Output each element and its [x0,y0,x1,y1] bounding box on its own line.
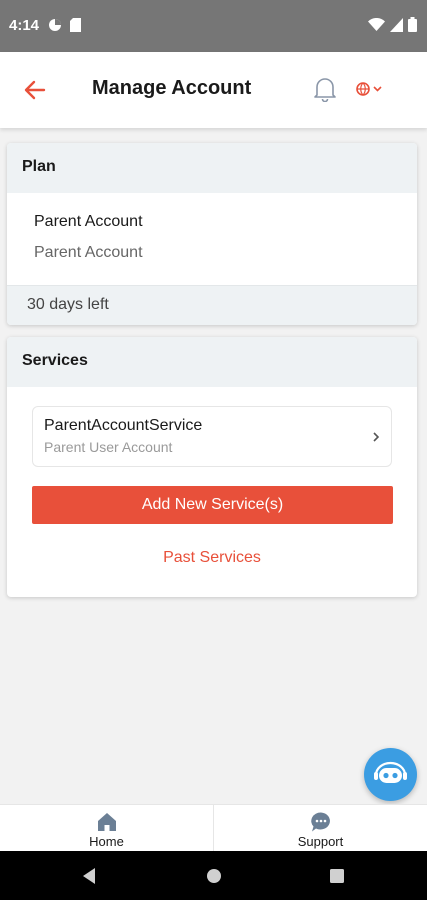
status-notification-icons [48,18,81,32]
battery-icon [408,17,417,32]
back-arrow-icon [24,80,46,100]
services-card: Services ParentAccountService Parent Use… [7,337,417,597]
system-home-icon[interactable] [206,867,222,885]
sd-card-icon [70,18,81,32]
system-back-icon[interactable] [81,867,97,885]
signal-icon [390,17,403,32]
status-system-icons [368,17,417,32]
nav-item-home[interactable]: Home [0,805,213,851]
globe-icon [356,82,370,96]
past-services-link[interactable]: Past Services [7,549,417,567]
plan-name: Parent Account [34,213,143,230]
page-title: Manage Account [92,77,252,99]
services-section-title: Services [7,337,417,387]
system-recents-icon[interactable] [329,867,345,885]
service-list-item[interactable]: ParentAccountService Parent User Account [32,406,392,467]
nav-label-home: Home [89,834,124,849]
add-new-service-button[interactable]: Add New Service(s) [32,486,393,524]
nav-label-support: Support [297,834,344,849]
chatbot-icon [374,761,407,783]
plan-details: Parent Account Parent Account [7,193,417,285]
data-saver-icon [49,19,61,31]
nav-item-support[interactable]: Support [213,805,427,851]
back-button[interactable] [22,77,48,103]
plan-remaining-days: 30 days left [7,285,417,325]
service-name: ParentAccountService [44,417,203,434]
wifi-icon [368,17,385,31]
chatbot-button[interactable] [364,748,417,801]
plan-card: Plan Parent Account Parent Account 30 da… [7,143,417,325]
plan-section-title: Plan [7,143,417,193]
status-bar: 4:14 [0,0,427,52]
service-description: Parent User Account [44,439,173,455]
bell-icon [314,78,336,103]
notifications-button[interactable] [313,76,337,103]
plan-description: Parent Account [34,244,143,261]
chevron-down-icon [373,86,382,92]
app-bar: Manage Account [0,52,427,128]
system-navigation-bar [0,851,427,900]
chevron-right-icon [373,432,380,442]
language-selector[interactable] [356,79,390,99]
bottom-navigation: Home Support [0,804,427,851]
support-chat-icon [310,812,330,832]
home-icon [97,813,116,831]
status-time: 4:14 [9,17,40,34]
